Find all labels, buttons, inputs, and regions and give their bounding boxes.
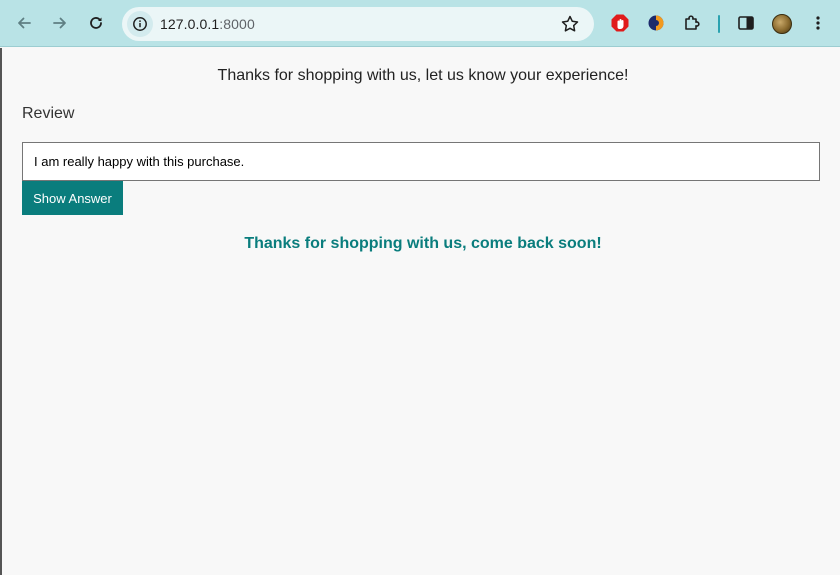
intro-text: Thanks for shopping with us, let us know… bbox=[217, 67, 629, 84]
profile-avatar[interactable] bbox=[772, 14, 792, 34]
browser-toolbar: 127.0.0.1:8000 bbox=[0, 0, 840, 47]
puzzle-extensions-icon[interactable] bbox=[678, 9, 706, 37]
review-input[interactable] bbox=[22, 142, 820, 181]
site-info-icon[interactable] bbox=[127, 11, 153, 37]
url-port: :8000 bbox=[219, 16, 255, 32]
show-answer-button[interactable]: Show Answer bbox=[22, 181, 123, 215]
side-panel-icon[interactable] bbox=[732, 9, 760, 37]
url-text[interactable]: 127.0.0.1:8000 bbox=[160, 16, 255, 32]
address-bar[interactable]: 127.0.0.1:8000 bbox=[122, 7, 594, 41]
kebab-menu-icon[interactable] bbox=[804, 9, 832, 37]
review-label: Review bbox=[22, 105, 75, 122]
adblock-extension-icon[interactable] bbox=[606, 9, 634, 37]
url-host: 127.0.0.1 bbox=[160, 16, 220, 32]
result-message: Thanks for shopping with us, come back s… bbox=[244, 235, 602, 252]
extension-icon[interactable] bbox=[642, 9, 670, 37]
page-content: Thanks for shopping with us, let us know… bbox=[0, 48, 840, 575]
back-arrow-icon[interactable] bbox=[10, 9, 38, 37]
reload-icon[interactable] bbox=[82, 9, 110, 37]
forward-arrow-icon[interactable] bbox=[46, 9, 74, 37]
bookmark-star-icon[interactable] bbox=[560, 14, 580, 39]
toolbar-divider bbox=[718, 15, 720, 33]
